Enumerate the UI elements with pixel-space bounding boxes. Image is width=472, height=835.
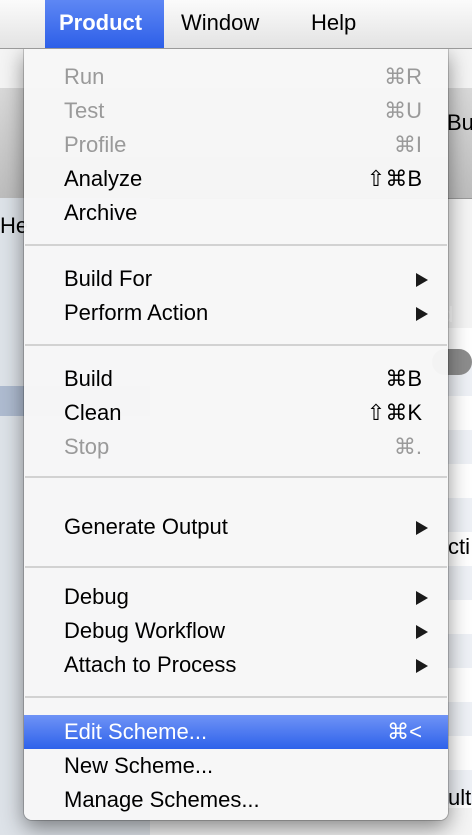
menu-item-profile[interactable]: Profile ⌘I <box>24 128 448 162</box>
menu-item-archive[interactable]: Archive <box>24 196 448 230</box>
menu-separator <box>25 476 447 478</box>
menu-item-debug-workflow[interactable]: Debug Workflow <box>24 614 448 648</box>
submenu-arrow-icon <box>416 521 428 535</box>
menu-item-test[interactable]: Test ⌘U <box>24 94 448 128</box>
menu-item-attach-to-process[interactable]: Attach to Process <box>24 648 448 682</box>
menu-separator <box>25 696 447 698</box>
menubar-item-window[interactable]: Window <box>167 0 285 48</box>
product-menu: Run ⌘R Test ⌘U Profile ⌘I Analyze ⇧⌘B Ar… <box>24 48 448 820</box>
menu-item-label: Debug Workflow <box>64 618 225 643</box>
menu-item-label: Clean <box>64 400 122 425</box>
menu-bar: Product Window Help <box>0 0 472 49</box>
menu-separator <box>25 244 447 246</box>
menu-item-label: Edit Scheme... <box>64 719 208 744</box>
menu-item-label: Build <box>64 366 113 391</box>
menu-item-edit-scheme[interactable]: Edit Scheme... ⌘< <box>24 715 448 749</box>
menu-item-label: Profile <box>64 132 127 157</box>
menu-item-label: Archive <box>64 200 138 225</box>
menu-item-run[interactable]: Run ⌘R <box>24 60 448 94</box>
menubar-item-product[interactable]: Product <box>45 0 164 48</box>
menu-item-shortcut: ⌘I <box>393 132 422 157</box>
menu-item-label: New Scheme... <box>64 753 214 778</box>
submenu-arrow-icon <box>416 659 428 673</box>
submenu-arrow-icon <box>416 591 428 605</box>
menu-item-label: Build For <box>64 266 153 291</box>
menu-item-shortcut: ⇧⌘K <box>366 400 422 425</box>
menu-item-manage-schemes[interactable]: Manage Schemes... <box>24 783 448 817</box>
menu-item-build-for[interactable]: Build For <box>24 262 448 296</box>
menu-item-label: Manage Schemes... <box>64 787 260 812</box>
menu-item-label: Analyze <box>64 166 143 191</box>
submenu-arrow-icon <box>416 625 428 639</box>
menubar-item-help[interactable]: Help <box>297 0 377 48</box>
menu-item-clean[interactable]: Clean ⇧⌘K <box>24 396 448 430</box>
menu-item-perform-action[interactable]: Perform Action <box>24 296 448 330</box>
background-text-fragment: ult <box>448 785 472 810</box>
menu-item-shortcut: ⇧⌘B <box>366 166 422 191</box>
background-text-fragment: cti <box>448 534 470 559</box>
menu-item-label: Debug <box>64 584 129 609</box>
submenu-arrow-icon <box>416 307 428 321</box>
menu-separator <box>25 344 447 346</box>
menu-item-shortcut: ⌘B <box>385 366 422 391</box>
menu-item-shortcut: ⌘< <box>387 719 422 744</box>
menu-item-shortcut: ⌘. <box>393 434 422 459</box>
menu-item-label: Attach to Process <box>64 652 237 677</box>
submenu-arrow-icon <box>416 273 428 287</box>
menu-item-shortcut: ⌘R <box>384 64 422 89</box>
menu-item-stop[interactable]: Stop ⌘. <box>24 430 448 464</box>
menu-item-label: Run <box>64 64 105 89</box>
menu-item-label: Test <box>64 98 105 123</box>
menu-item-new-scheme[interactable]: New Scheme... <box>24 749 448 783</box>
menu-item-label: Stop <box>64 434 110 459</box>
menu-item-analyze[interactable]: Analyze ⇧⌘B <box>24 162 448 196</box>
menu-item-build[interactable]: Build ⌘B <box>24 362 448 396</box>
menu-item-generate-output[interactable]: Generate Output <box>24 510 448 544</box>
menu-item-label: Generate Output <box>64 514 228 539</box>
menu-item-shortcut: ⌘U <box>384 98 422 123</box>
menu-item-debug[interactable]: Debug <box>24 580 448 614</box>
menu-item-label: Perform Action <box>64 300 209 325</box>
background-text-fragment: Bu <box>447 110 472 135</box>
menu-separator <box>25 566 447 568</box>
